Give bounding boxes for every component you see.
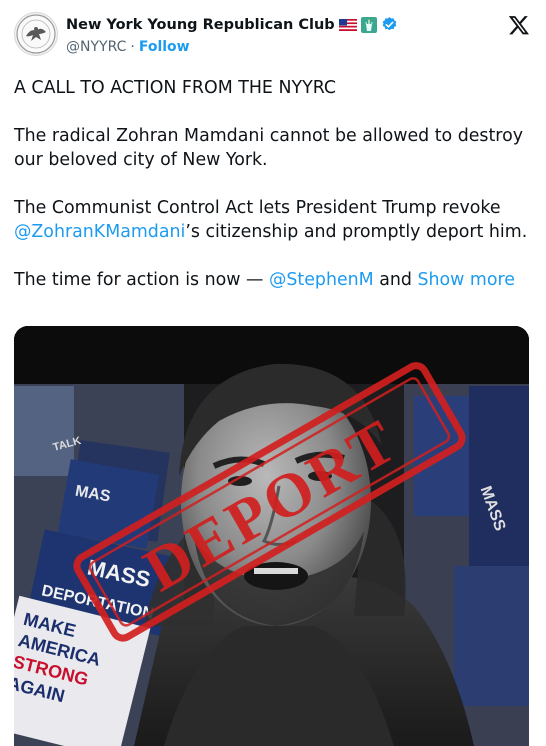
paragraph-4-and: and	[373, 270, 418, 290]
name-row: New York Young Republican Club	[66, 16, 398, 33]
x-logo-icon[interactable]	[508, 14, 530, 36]
mention-stephenm[interactable]: @StephenM	[269, 270, 374, 290]
avatar[interactable]	[14, 12, 58, 56]
paragraph-3-rest: ’s citizenship and promptly deport him.	[185, 222, 528, 242]
paragraph-4-text: The time for action is now —	[14, 270, 269, 290]
show-more-link[interactable]: Show more	[417, 270, 515, 290]
club-seal-icon	[16, 14, 56, 54]
tweet-image[interactable]: MAS TALK MASS DEPORTATION MASS MAKE AMER…	[14, 326, 529, 746]
verified-badge-icon	[382, 17, 396, 31]
paragraph-3-text: The Communist Control Act lets President…	[14, 198, 501, 218]
statue-of-liberty-icon	[360, 16, 377, 33]
paragraph-1: A CALL TO ACTION FROM THE NYYRC	[14, 78, 337, 98]
separator: ·	[130, 39, 135, 55]
handle-row: @NYYRC · Follow	[66, 39, 190, 55]
paragraph-2: The radical Zohran Mamdani cannot be all…	[14, 126, 524, 170]
display-name[interactable]: New York Young Republican Club	[66, 17, 335, 33]
paragraph-3: The Communist Control Act lets President…	[14, 196, 534, 244]
tweet-header: New York Young Republican Club @NYYRC · …	[14, 12, 532, 60]
tweet-text: A CALL TO ACTION FROM THE NYYRC The radi…	[14, 76, 534, 316]
mention-zohran[interactable]: @ZohranKMamdani	[14, 222, 185, 242]
us-flag-icon	[338, 18, 357, 31]
deport-photo: MAS TALK MASS DEPORTATION MASS MAKE AMER…	[14, 326, 529, 746]
paragraph-4: The time for action is now — @StephenM a…	[14, 268, 534, 292]
follow-button[interactable]: Follow	[139, 39, 190, 55]
handle[interactable]: @NYYRC	[66, 39, 126, 55]
